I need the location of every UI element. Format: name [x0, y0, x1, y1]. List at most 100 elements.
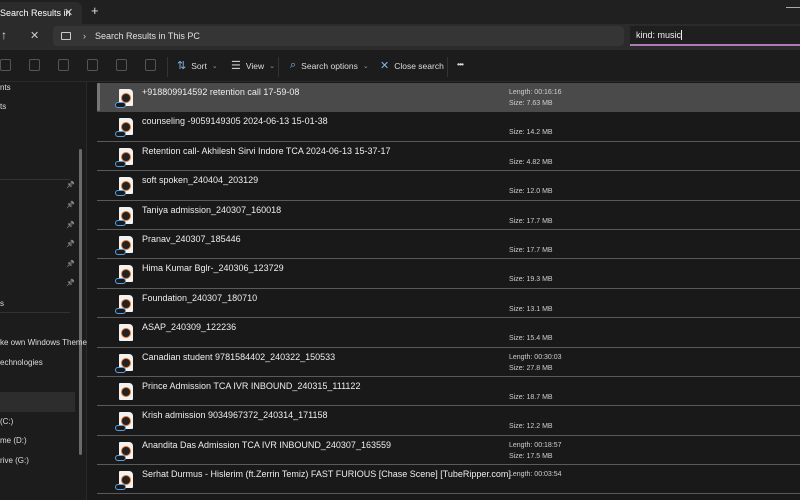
file-size: Size: 18.7 MB [509, 393, 553, 401]
sidebar-item[interactable]: s [0, 299, 4, 308]
chevron-down-icon: ⌄ [211, 62, 218, 70]
sidebar-item[interactable]: rive (G:) [0, 456, 29, 465]
file-row[interactable]: Taniya admission_240307_160018 Size: 17.7… [97, 200, 800, 230]
cloud-status-icon [115, 425, 126, 432]
file-row[interactable]: Prince Admission TCA IVR INBOUND_240315_… [97, 376, 800, 407]
file-length: Length: 00:16:16 [509, 89, 562, 96]
pin-icon[interactable]: 📌 [66, 260, 75, 268]
stop-icon[interactable]: ✕ [30, 29, 39, 42]
new-tab-button[interactable]: + [91, 3, 99, 18]
file-list-scrollbar[interactable] [97, 83, 100, 111]
pin-icon[interactable]: 📌 [66, 279, 75, 287]
file-row[interactable]: Canadian student 9781584402_240322_15053… [97, 347, 800, 377]
file-row[interactable]: soft spoken_240404_203129 Size: 12.0 MB [97, 171, 800, 201]
file-size: Size: 7.63 MB [509, 100, 553, 107]
rename-icon[interactable] [87, 59, 98, 71]
file-row[interactable]: Serhat Durmus - Hislerim (ft.Zerrin Temi… [97, 465, 800, 495]
command-bar: ⇅ Sort ⌄ ☰ View ⌄ ⌕ Search options ⌄ ✕ Close se… [0, 50, 800, 82]
cloud-status-icon [115, 131, 126, 138]
chevron-down-icon: ⌄ [269, 62, 276, 70]
file-size: Size: 17.7 MB [509, 246, 553, 254]
file-size: Size: 17.5 MB [509, 452, 553, 460]
file-list: +918809914592 retention call 17-59-08 Len… [97, 83, 800, 495]
file-size: Size: 12.2 MB [509, 423, 553, 431]
file-name: Retention call- Akhilesh Sirvi Indore TC… [142, 145, 391, 156]
sidebar-item[interactable]: ke own Windows Theme [0, 338, 87, 347]
file-length: Length: 00:03:54 [509, 471, 562, 479]
file-name: Taniya admission_240307_160018 [142, 204, 282, 215]
pin-icon[interactable]: 📌 [66, 181, 75, 189]
view-icon: ☰ [231, 60, 241, 72]
file-name: +918809914592 retention call 17-59-08 [142, 87, 300, 97]
tab-bar: Search Results in ✕ + [0, 0, 800, 24]
cloud-status-icon [115, 484, 126, 491]
sidebar-selection [0, 392, 75, 412]
cloud-status-icon [115, 307, 126, 314]
file-name: Prince Admission TCA IVR INBOUND_240315_… [142, 380, 361, 391]
tab-search-results[interactable]: Search Results in ✕ [0, 2, 82, 24]
file-row[interactable]: Pranav_240307_185446 Size: 17.7 MB [97, 229, 800, 260]
pin-icon[interactable]: 📌 [66, 221, 75, 229]
file-name: Anandita Das Admission TCA IVR INBOUND_2… [142, 439, 391, 450]
sidebar-item[interactable]: nts [0, 83, 11, 92]
this-pc-icon [61, 32, 71, 40]
search-options-button[interactable]: ⌕ Search options ⌄ [290, 59, 369, 72]
sort-label: Sort [191, 60, 207, 71]
file-size: Size: 17.7 MB [509, 217, 553, 225]
view-button[interactable]: ☰ View ⌄ [231, 59, 275, 72]
file-name: Canadian student 9781584402_240322_15053… [142, 351, 336, 362]
close-search-button[interactable]: ✕ Close search [380, 59, 444, 72]
sort-button[interactable]: ⇅ Sort ⌄ [177, 59, 218, 72]
up-arrow-icon[interactable]: ↑ [1, 28, 7, 42]
chevron-down-icon: ⌄ [362, 62, 369, 70]
file-row[interactable]: Retention call- Akhilesh Sirvi Indore TC… [97, 141, 800, 172]
search-options-label: Search options [301, 60, 358, 71]
file-row[interactable]: Foundation_240307_180710 Size: 13.1 MB [97, 288, 800, 319]
cut-icon[interactable] [0, 59, 11, 71]
breadcrumb-chevron-icon[interactable]: › [83, 31, 86, 41]
file-row[interactable]: Hima Kumar Bglr-_240306_123729 Size: 19.3… [97, 259, 800, 289]
file-size: Size: 14.2 MB [509, 129, 553, 137]
close-tab-icon[interactable]: ✕ [64, 6, 73, 19]
copy-icon[interactable] [29, 59, 40, 71]
breadcrumb[interactable]: Search Results in This PC [95, 31, 200, 41]
file-row[interactable]: Anandita Das Admission TCA IVR INBOUND_2… [97, 435, 800, 466]
file-length: Length: 00:30:03 [509, 353, 562, 361]
share-icon[interactable] [116, 59, 127, 71]
cloud-status-icon [115, 160, 126, 167]
sort-icon: ⇅ [177, 60, 187, 72]
paste-icon[interactable] [58, 59, 69, 71]
address-bar[interactable]: › Search Results in This PC [53, 26, 624, 46]
file-row[interactable]: ASAP_240309_122236 Size: 15.4 MB [97, 318, 800, 348]
sidebar-item[interactable]: (C:) [0, 417, 13, 426]
file-row[interactable]: Krish admission 9034967372_240314_171158… [97, 406, 800, 436]
cloud-status-icon [115, 190, 126, 197]
view-label: View [245, 60, 265, 71]
pin-icon[interactable]: 📌 [66, 201, 75, 209]
search-value[interactable]: kind: music [636, 30, 683, 40]
delete-icon[interactable] [145, 59, 156, 71]
file-row[interactable]: counseling -9059149305 2024-06-13 15-01-… [97, 112, 800, 142]
sidebar-item[interactable]: me (D:) [0, 436, 27, 445]
file-name: Krish admission 9034967372_240314_171158 [142, 410, 328, 421]
sidebar-item[interactable]: echnologies [0, 358, 43, 367]
file-name: counseling -9059149305 2024-06-13 15-01-… [142, 116, 328, 127]
pin-icon[interactable]: 📌 [66, 240, 75, 248]
search-input[interactable]: kind: music [630, 26, 800, 46]
address-row: ↑ ✕ › Search Results in This PC kind: mu… [0, 24, 800, 50]
file-name: soft spoken_240404_203129 [142, 175, 259, 186]
more-options-button[interactable]: ••• [457, 59, 464, 69]
sidebar-scrollbar[interactable] [79, 149, 82, 455]
file-name: Serhat Durmus - Hislerim (ft.Zerrin Temi… [142, 469, 511, 480]
file-name: Foundation_240307_180710 [142, 292, 258, 303]
cloud-status-icon [115, 219, 126, 226]
audio-file-icon [119, 324, 133, 342]
tab-title: Search Results in [0, 8, 71, 18]
sidebar-item[interactable]: ts [0, 102, 6, 111]
minimize-button[interactable] [786, 7, 800, 8]
file-row[interactable]: +918809914592 retention call 17-59-08 Len… [97, 83, 800, 113]
file-length: Length: 00:18:57 [509, 441, 562, 449]
search-options-icon: ⌕ [290, 59, 297, 71]
file-size: Size: 4.82 MB [509, 158, 553, 166]
file-size: Size: 12.0 MB [509, 188, 553, 196]
